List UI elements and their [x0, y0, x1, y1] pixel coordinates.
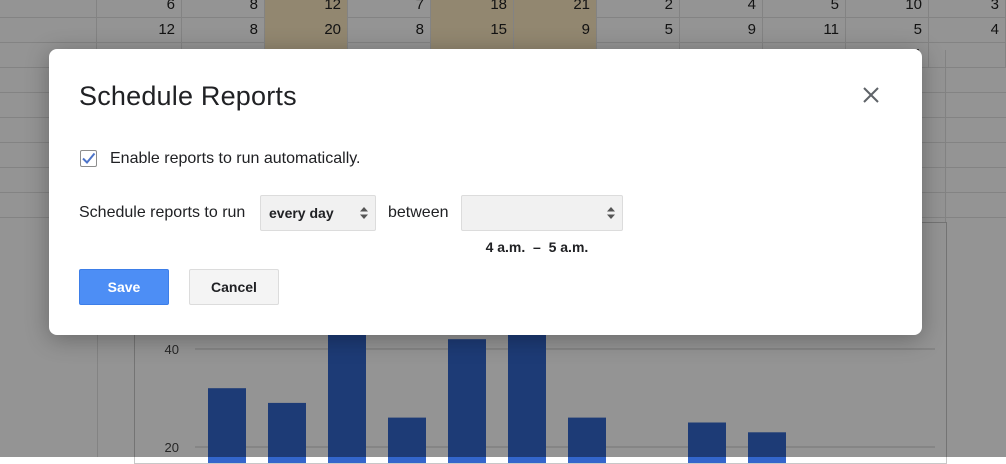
sort-arrows-icon: [360, 207, 368, 219]
sort-arrows-icon: [607, 207, 615, 219]
checkmark-icon: [82, 152, 96, 164]
close-icon: [863, 87, 879, 103]
enable-reports-label: Enable reports to run automatically.: [110, 150, 361, 167]
dialog-title: Schedule Reports: [79, 81, 297, 111]
frequency-select[interactable]: every day: [260, 195, 376, 231]
time-window-select[interactable]: 4 a.m. – 5 a.m.: [461, 195, 623, 255]
frequency-value: every day: [269, 205, 334, 221]
schedule-label: Schedule reports to run: [79, 204, 246, 221]
time-window-value: 4 a.m. – 5 a.m.: [485, 239, 589, 255]
between-label: between: [388, 204, 449, 221]
cancel-button[interactable]: Cancel: [189, 269, 279, 305]
save-button[interactable]: Save: [79, 269, 169, 305]
close-button[interactable]: [860, 84, 882, 106]
enable-reports-checkbox[interactable]: [80, 150, 97, 167]
schedule-reports-dialog: Schedule Reports Enable reports to run a…: [49, 49, 922, 335]
